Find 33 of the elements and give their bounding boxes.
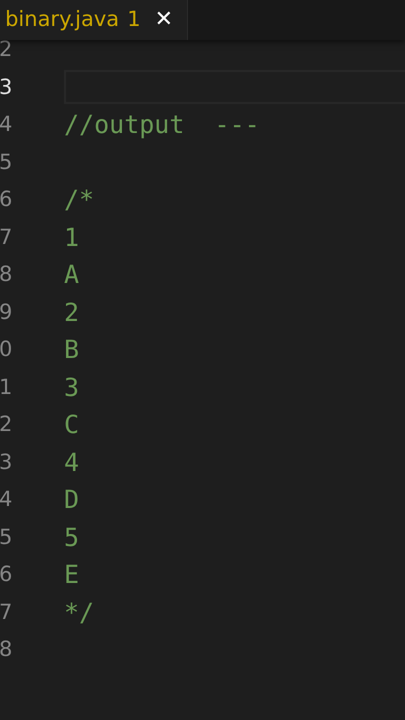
code-comment: C — [64, 409, 80, 441]
editor-tab[interactable]: binary.java 1 ✕ — [0, 0, 188, 40]
line-number: 0 — [0, 336, 14, 363]
tab-filename: binary.java — [5, 6, 120, 34]
code-comment: A — [64, 259, 80, 291]
line-number: 2 — [0, 411, 14, 438]
code-comment: B — [64, 334, 80, 366]
code-comment: 3 — [64, 372, 80, 404]
line-number: 4 — [0, 486, 14, 513]
line-number: 5 — [0, 524, 14, 550]
line-number: 3 — [0, 74, 14, 100]
line-number: 9 — [0, 298, 14, 326]
line-number: 1 — [0, 374, 14, 400]
code-comment: D — [64, 484, 80, 516]
code-comment: 5 — [64, 522, 80, 554]
line-number: 8 — [0, 261, 14, 288]
line-number: 8 — [0, 636, 14, 663]
line-number: 7 — [0, 224, 14, 250]
code-comment: 2 — [64, 296, 80, 328]
code-comment: //output --- — [64, 109, 260, 141]
line-number: 4 — [0, 111, 14, 138]
code-comment: */ — [64, 596, 94, 628]
code-comment: E — [64, 559, 80, 591]
code-comment: 4 — [64, 446, 80, 478]
line-number: 6 — [0, 561, 14, 588]
code-comment: /* — [64, 184, 94, 216]
problem-count: 1 — [127, 6, 141, 34]
line-number: 5 — [0, 148, 14, 176]
close-button[interactable]: ✕ — [154, 9, 173, 31]
line-number: 6 — [0, 186, 14, 213]
line-number: 3 — [0, 448, 14, 476]
line-number: 7 — [0, 598, 14, 626]
code-comment: 1 — [64, 222, 80, 254]
